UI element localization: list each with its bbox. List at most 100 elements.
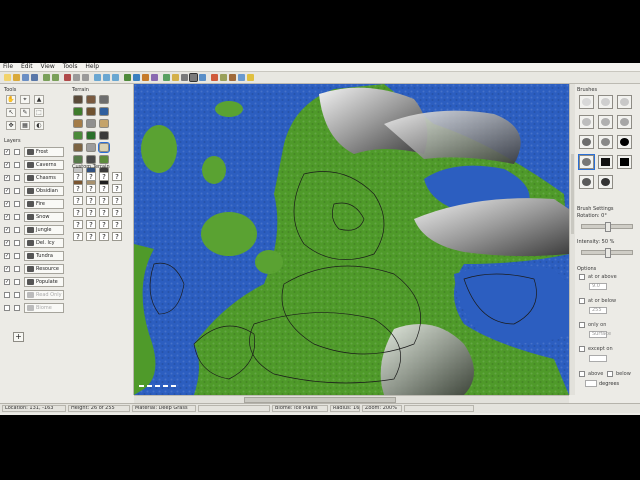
fill-icon[interactable]	[211, 74, 218, 81]
light-icon[interactable]	[163, 74, 170, 81]
hand-tool-icon[interactable]: ✋	[6, 95, 16, 104]
custom-terrain-slot[interactable]: ?	[99, 232, 109, 241]
custom-terrain-slot[interactable]: ?	[99, 208, 109, 217]
camera-icon[interactable]	[199, 74, 206, 81]
smooth-icon[interactable]	[238, 74, 245, 81]
option-value-input[interactable]	[589, 355, 607, 362]
layer-row[interactable]: ✓ Resource	[4, 264, 64, 274]
below-checkbox[interactable]	[607, 371, 613, 377]
layer-row[interactable]: ✓ Caverns	[4, 160, 64, 170]
water-view-icon[interactable]	[133, 74, 140, 81]
vertical-scroll-thumb[interactable]	[571, 154, 574, 234]
terrain-swatch[interactable]	[86, 155, 96, 164]
custom-terrain-slot[interactable]: ?	[73, 208, 83, 217]
menu-file[interactable]: File	[0, 63, 16, 71]
custom-terrain-slot[interactable]: ?	[99, 220, 109, 229]
undo-icon[interactable]	[43, 74, 50, 81]
add-layer-button[interactable]: +	[13, 332, 24, 342]
rotation-slider-knob[interactable]	[605, 222, 611, 232]
raise-icon[interactable]	[229, 74, 236, 81]
layer-row[interactable]: ✓ Populate	[4, 277, 64, 287]
layer-button[interactable]: Populate	[24, 277, 64, 287]
layer-row[interactable]: ✓ Del. lcy	[4, 238, 64, 248]
custom-terrain-slot[interactable]: ?	[86, 196, 96, 205]
layer-visible-checkbox[interactable]: ✓	[4, 175, 10, 181]
layer-visible-checkbox[interactable]: ✓	[4, 188, 10, 194]
view-3d-icon[interactable]	[189, 73, 198, 82]
menu-edit[interactable]: Edit	[18, 63, 36, 71]
brush-shape[interactable]	[598, 175, 613, 189]
layer-row[interactable]: ✓ Tundra	[4, 251, 64, 261]
terrain-swatch[interactable]	[86, 131, 96, 140]
layer-visible-checkbox[interactable]	[4, 305, 10, 311]
terrain-swatch[interactable]	[99, 107, 109, 116]
flatten-icon[interactable]	[220, 74, 227, 81]
layer-button[interactable]: Obsidian	[24, 186, 64, 196]
option-value-input[interactable]: Surface	[589, 331, 611, 338]
layer-row[interactable]: Biome	[4, 303, 64, 313]
layer-button[interactable]: Tundra	[24, 251, 64, 261]
brush-shape[interactable]	[579, 115, 594, 129]
shade-tool-icon[interactable]: ◐	[34, 121, 44, 130]
brush-shape[interactable]	[579, 135, 594, 149]
custom-terrain-slot[interactable]: ?	[112, 208, 122, 217]
layer-visible-checkbox[interactable]: ✓	[4, 266, 10, 272]
layer-visible-checkbox[interactable]: ✓	[4, 162, 10, 168]
terrain-swatch[interactable]	[73, 95, 83, 104]
brush-shape[interactable]	[578, 154, 595, 170]
terrain-swatch[interactable]	[73, 107, 83, 116]
grid-tool-icon[interactable]: ▦	[20, 121, 30, 130]
option-checkbox[interactable]	[579, 322, 585, 328]
degrees-input[interactable]	[585, 380, 597, 387]
layer-visible-checkbox[interactable]: ✓	[4, 279, 10, 285]
intensity-slider[interactable]	[581, 248, 633, 258]
layer-button[interactable]: Chasms	[24, 173, 64, 183]
zoom-reset-icon[interactable]	[112, 74, 119, 81]
terrain-swatch[interactable]	[99, 95, 109, 104]
layer-lock-checkbox[interactable]	[14, 305, 20, 311]
layer-button[interactable]: Jungle	[24, 225, 64, 235]
export-icon[interactable]	[31, 74, 38, 81]
custom-terrain-slot[interactable]: ?	[99, 196, 109, 205]
zoom-out-icon[interactable]	[103, 74, 110, 81]
custom-terrain-slot[interactable]: ?	[73, 184, 83, 193]
move-icon[interactable]	[181, 74, 188, 81]
custom-terrain-slot[interactable]: ?	[73, 232, 83, 241]
layer-visible-checkbox[interactable]: ✓	[4, 214, 10, 220]
custom-terrain-slot[interactable]: ?	[112, 172, 122, 181]
target-tool-icon[interactable]: ⌖	[20, 95, 30, 104]
layer-visible-checkbox[interactable]: ✓	[4, 149, 10, 155]
custom-terrain-slot[interactable]: ?	[112, 220, 122, 229]
layer-visible-checkbox[interactable]: ✓	[4, 201, 10, 207]
cut-icon[interactable]	[64, 74, 71, 81]
brush-shape[interactable]	[617, 115, 632, 129]
zoom-in-icon[interactable]	[94, 74, 101, 81]
menu-tools[interactable]: Tools	[60, 63, 81, 71]
layer-lock-checkbox[interactable]	[14, 201, 20, 207]
layer-button[interactable]: Resource	[24, 264, 64, 274]
layer-lock-checkbox[interactable]	[14, 266, 20, 272]
brush-shape[interactable]	[598, 155, 613, 169]
layer-row[interactable]: ✓ Chasms	[4, 173, 64, 183]
layer-visible-checkbox[interactable]: ✓	[4, 253, 10, 259]
custom-terrain-slot[interactable]: ?	[112, 184, 122, 193]
layer-lock-checkbox[interactable]	[14, 188, 20, 194]
layer-button[interactable]: Caverns	[24, 160, 64, 170]
layer-button[interactable]: Fire	[24, 199, 64, 209]
option-row[interactable]: at or below	[579, 298, 637, 305]
custom-terrain-slot[interactable]: ?	[99, 172, 109, 181]
terrain-swatch[interactable]	[86, 143, 96, 152]
terrain-view-icon[interactable]	[124, 74, 131, 81]
layer-visible-checkbox[interactable]	[4, 292, 10, 298]
open-folder-icon[interactable]	[13, 74, 20, 81]
option-value-input[interactable]: 255	[589, 307, 607, 314]
layer-lock-checkbox[interactable]	[14, 240, 20, 246]
terrain-swatch[interactable]	[86, 119, 96, 128]
layer-button[interactable]: Snow	[24, 212, 64, 222]
option-value-input[interactable]: 9.0	[589, 283, 607, 290]
layer-visible-checkbox[interactable]: ✓	[4, 227, 10, 233]
custom-terrain-slot[interactable]: ?	[73, 220, 83, 229]
map-canvas[interactable]	[134, 84, 569, 395]
copy-icon[interactable]	[73, 74, 80, 81]
layer-lock-checkbox[interactable]	[14, 214, 20, 220]
